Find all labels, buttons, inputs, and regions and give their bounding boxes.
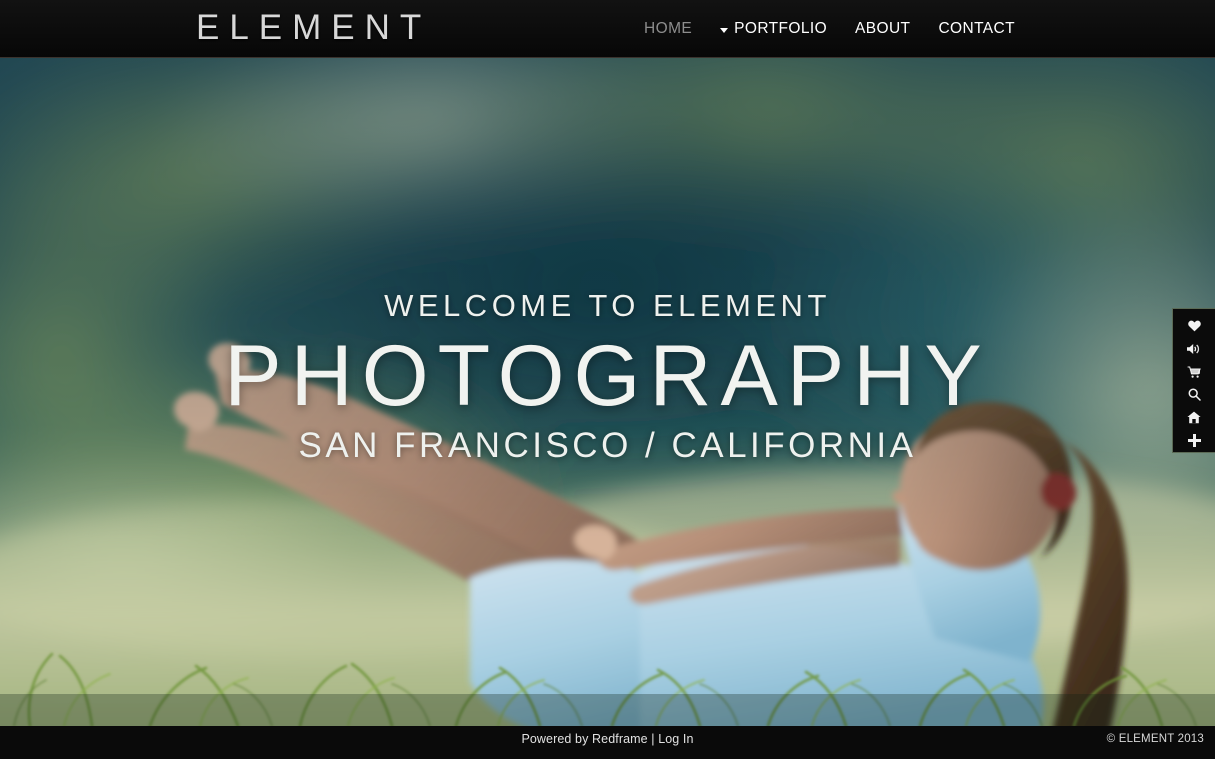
- main-navigation: HOME PORTFOLIO ABOUT CONTACT: [630, 19, 1029, 39]
- search-icon: [1188, 388, 1201, 402]
- hero-section: WELCOME TO ELEMENT PHOTOGRAPHY SAN FRANC…: [0, 58, 1215, 726]
- nav-item-contact-label: CONTACT: [938, 20, 1015, 37]
- home-icon: [1187, 411, 1201, 424]
- heart-icon: [1187, 320, 1201, 332]
- footer-powered-by-link[interactable]: Powered by Redframe: [521, 732, 647, 746]
- side-toolbar: [1172, 308, 1215, 453]
- footer-separator: |: [647, 732, 659, 746]
- footer-credit: Powered by Redframe | Log In: [0, 732, 1215, 746]
- toolbar-add-button[interactable]: [1173, 429, 1215, 452]
- site-footer: Powered by Redframe | Log In © ELEMENT 2…: [0, 726, 1215, 759]
- footer-login-link[interactable]: Log In: [658, 732, 693, 746]
- speaker-icon: [1186, 343, 1202, 355]
- site-logo[interactable]: ELEMENT: [196, 8, 431, 48]
- toolbar-search-button[interactable]: [1173, 383, 1215, 406]
- nav-item-about-label: ABOUT: [855, 20, 911, 37]
- toolbar-cart-button[interactable]: [1173, 361, 1215, 384]
- nav-item-about[interactable]: ABOUT: [841, 19, 924, 39]
- nav-item-contact[interactable]: CONTACT: [924, 19, 1029, 39]
- site-header: ELEMENT HOME PORTFOLIO ABOUT CONTACT: [0, 0, 1215, 58]
- toolbar-home-button[interactable]: [1173, 406, 1215, 429]
- nav-item-home-label: HOME: [644, 20, 693, 37]
- footer-copyright: © ELEMENT 2013: [1106, 733, 1204, 745]
- chevron-down-icon: [720, 27, 729, 33]
- toolbar-sound-button[interactable]: [1173, 338, 1215, 361]
- plus-icon: [1187, 434, 1201, 448]
- page-root: ELEMENT HOME PORTFOLIO ABOUT CONTACT WEL…: [0, 0, 1215, 759]
- toolbar-favorites-button[interactable]: [1173, 315, 1215, 338]
- nav-item-portfolio-label: PORTFOLIO: [734, 20, 828, 37]
- cart-icon: [1187, 366, 1202, 379]
- nav-item-home[interactable]: HOME: [630, 19, 706, 39]
- hero-background-image: [0, 58, 1215, 726]
- nav-item-portfolio[interactable]: PORTFOLIO: [706, 19, 841, 39]
